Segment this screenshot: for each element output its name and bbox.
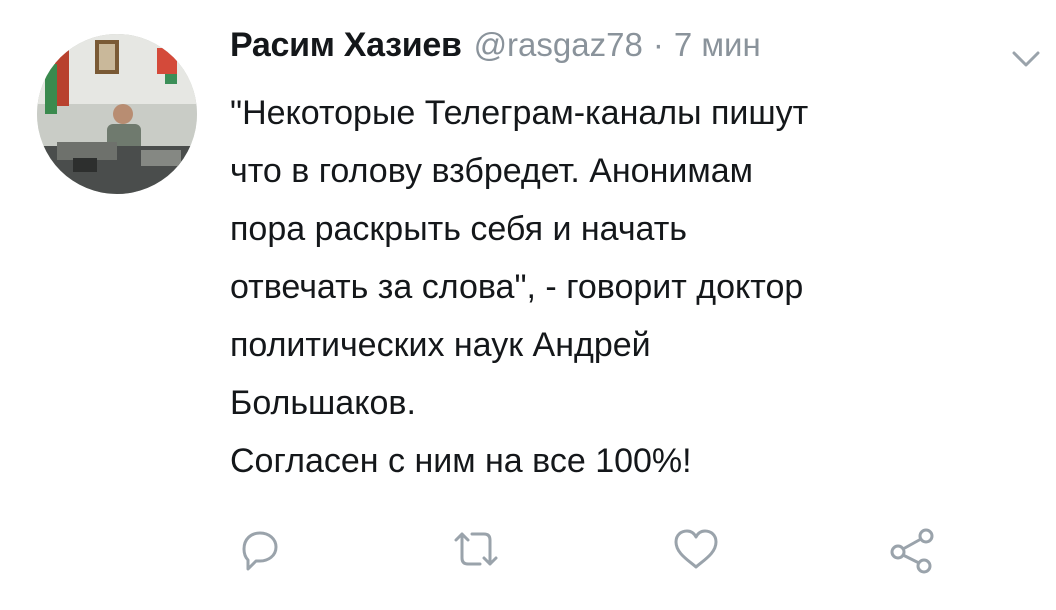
avatar-photo [37, 34, 197, 194]
share-button[interactable] [882, 520, 942, 580]
tweet-text-line: "Некоторые Телеграм-каналы пишут [230, 94, 809, 132]
author-name[interactable]: Расим Хазиев [230, 26, 462, 65]
share-icon [890, 528, 934, 574]
tweet-text-line: Согласен с ним на все 100%! [230, 442, 692, 480]
tweet-text-line: пора раскрыть себя и начать [230, 210, 688, 248]
retweet-button[interactable] [446, 520, 506, 580]
tweet-text-line: что в голову взбредет. Анонимам [230, 152, 754, 190]
reply-button[interactable] [230, 520, 290, 580]
separator: · [652, 26, 664, 63]
tweet-header: Расим Хазиев @rasgaz78 · 7 мин [230, 26, 761, 82]
tweet-text-line: Большаков. [230, 384, 416, 422]
action-bar [0, 520, 1056, 590]
retweet-icon [454, 532, 498, 566]
tweet-text-line: политических наук Андрей [230, 326, 651, 364]
tweet[interactable]: Расим Хазиев @rasgaz78 · 7 мин "Некоторы… [0, 0, 1056, 610]
timestamp[interactable]: 7 мин [674, 26, 761, 64]
tweet-text-line: отвечать за слова", - говорит доктор [230, 268, 804, 306]
heart-icon [674, 529, 718, 569]
reply-icon [242, 531, 278, 571]
author-handle[interactable]: @rasgaz78 [474, 26, 643, 64]
like-button[interactable] [666, 520, 726, 580]
chevron-down-icon[interactable] [1008, 46, 1044, 72]
avatar[interactable] [37, 34, 197, 194]
tweet-text: "Некоторые Телеграм-каналы пишут что в г… [230, 84, 1030, 490]
